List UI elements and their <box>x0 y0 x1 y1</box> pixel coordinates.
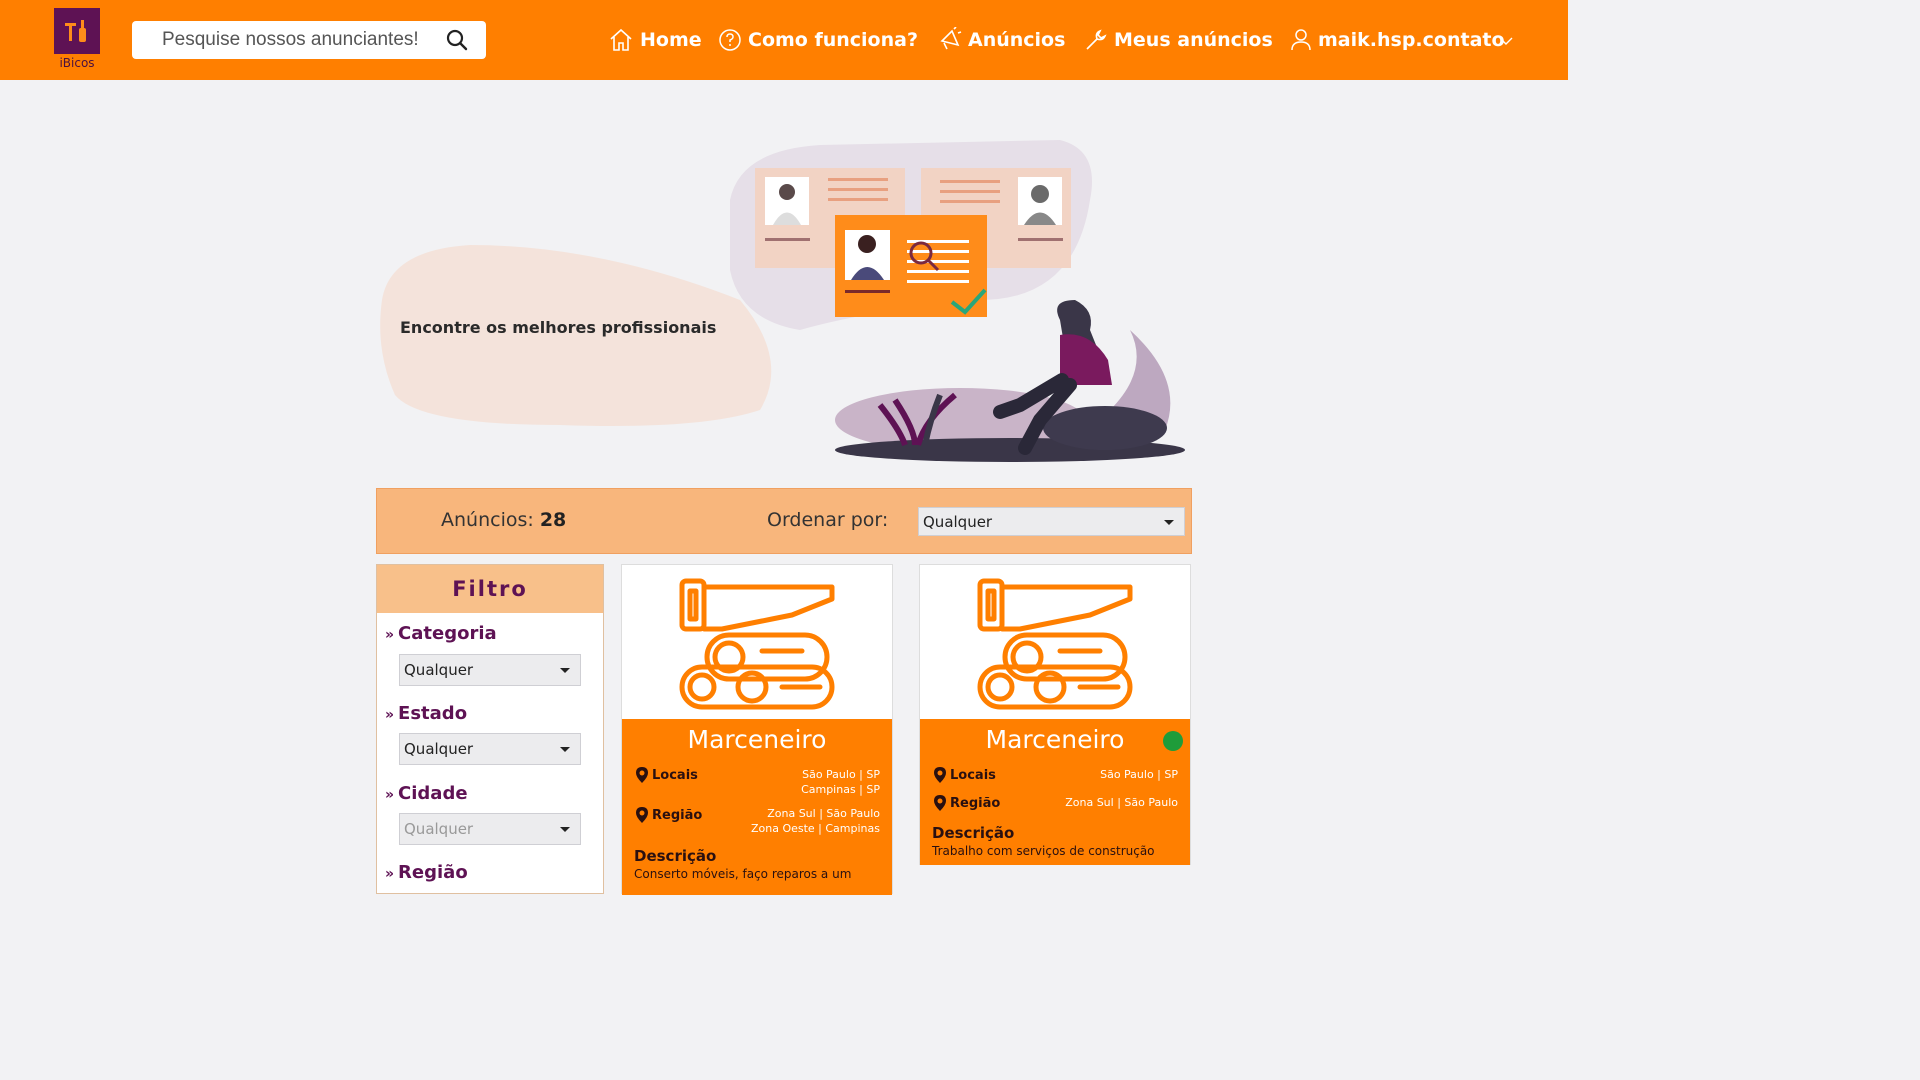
chevron-right-icon: » <box>385 627 395 643</box>
search-input[interactable] <box>162 29 432 51</box>
regiao-values: Zona Sul | São Paulo <box>1065 795 1178 810</box>
caret-down-icon <box>560 668 570 673</box>
ad-card-body: Marceneiro Locais São Paulo | SP Campina… <box>622 719 892 895</box>
filter-label-text: Estado <box>398 703 468 724</box>
filter-label-text: Região <box>398 862 468 883</box>
locais-values: São Paulo | SP Campinas | SP <box>801 767 880 797</box>
map-pin-icon <box>934 767 946 783</box>
nav-home[interactable]: Home <box>608 22 702 58</box>
filter-categoria-select[interactable]: Qualquer <box>399 654 581 686</box>
tools-logo-icon <box>65 20 86 42</box>
chevron-right-icon: » <box>385 787 395 803</box>
locais-label: Locais <box>950 767 996 783</box>
filter-label-text: Categoria <box>398 623 497 644</box>
filter-label-categoria: » Categoria <box>385 623 497 644</box>
caret-down-icon <box>560 827 570 832</box>
listing-count-label: Anúncios: <box>441 509 534 531</box>
wrench-icon <box>1086 29 1107 50</box>
filter-categoria-value: Qualquer <box>404 661 474 679</box>
search-icon[interactable] <box>446 29 468 51</box>
descricao-label: Descrição <box>634 847 717 865</box>
order-by-select[interactable]: Qualquer <box>918 507 1185 536</box>
hero-headline: Encontre os melhores profissionais <box>400 318 717 337</box>
filter-cidade-value: Qualquer <box>404 820 474 838</box>
locais-value: São Paulo | SP <box>1100 768 1178 781</box>
caret-down-icon <box>1164 519 1174 525</box>
user-icon <box>1291 29 1311 51</box>
ad-card-title: Marceneiro <box>687 725 827 754</box>
filter-panel: Filtro » Categoria Qualquer » Estado Qualq… <box>376 564 604 894</box>
locais-values: São Paulo | SP <box>1100 767 1178 782</box>
nav-meus-anuncios-label: Meus anúncios <box>1114 29 1273 51</box>
carpentry-saw-logs-icon <box>977 578 1133 710</box>
descricao-text: Conserto móveis, faço reparos a um <box>634 867 852 881</box>
regiao-values: Zona Sul | São Paulo Zona Oeste | Campin… <box>751 806 880 836</box>
brand-logo[interactable] <box>54 8 100 54</box>
listing-count: Anúncios: 28 <box>441 509 566 531</box>
home-icon <box>610 28 632 51</box>
regiao-label: Região <box>950 795 1001 811</box>
filter-estado-select[interactable]: Qualquer <box>399 733 581 765</box>
locais-row-label: Locais <box>636 767 698 783</box>
nav-home-label: Home <box>640 29 702 51</box>
locais-value: São Paulo | SP <box>802 768 880 781</box>
nav-como-funciona[interactable]: Como funciona? <box>718 22 918 58</box>
filter-cidade-select[interactable]: Qualquer <box>399 813 581 845</box>
regiao-value: Zona Oeste | Campinas <box>750 822 880 835</box>
ad-card[interactable]: Marceneiro Locais São Paulo | SP Campina… <box>621 564 893 895</box>
nav-anuncios[interactable]: Anúncios <box>938 22 1065 58</box>
chevron-right-icon: » <box>385 866 395 882</box>
listing-toolbar: Anúncios: 28 Ordenar por: Qualquer <box>376 488 1192 554</box>
map-pin-icon <box>636 807 648 823</box>
map-pin-icon <box>934 795 946 811</box>
search-box <box>132 21 486 59</box>
regiao-value: Zona Sul | São Paulo <box>767 807 880 820</box>
filter-label-text: Cidade <box>398 783 468 804</box>
regiao-value: Zona Sul | São Paulo <box>1065 796 1178 809</box>
navbar: iBicos Home Como funciona? Anúncios Meus… <box>0 0 1568 80</box>
filter-label-regiao: » Região <box>385 862 468 883</box>
filter-label-estado: » Estado <box>385 703 467 724</box>
nav-anuncios-label: Anúncios <box>968 29 1066 51</box>
ad-card[interactable]: Marceneiro Locais São Paulo | SP Região … <box>919 564 1191 865</box>
hero-illustration <box>380 140 1185 462</box>
ad-card-body: Marceneiro Locais São Paulo | SP Região … <box>920 719 1190 865</box>
nav-como-funciona-label: Como funciona? <box>748 29 918 51</box>
ad-card-title: Marceneiro <box>985 725 1125 754</box>
megaphone-icon <box>940 27 962 50</box>
regiao-row-label: Região <box>934 795 1000 811</box>
descricao-text: Trabalho com serviços de construção <box>932 844 1155 858</box>
nav-meus-anuncios[interactable]: Meus anúncios <box>1084 22 1273 58</box>
chevron-right-icon: » <box>385 707 395 723</box>
map-pin-icon <box>636 767 648 783</box>
brand-name: iBicos <box>59 56 95 70</box>
locais-row-label: Locais <box>934 767 996 783</box>
carpentry-saw-logs-icon <box>679 578 835 710</box>
online-status-indicator <box>1163 731 1183 751</box>
regiao-label: Região <box>652 807 703 823</box>
locais-label: Locais <box>652 767 698 783</box>
filter-estado-value: Qualquer <box>404 740 474 758</box>
listing-count-value: 28 <box>539 509 567 531</box>
locais-value: Campinas | SP <box>801 783 880 796</box>
order-by-label: Ordenar por: <box>767 509 889 531</box>
chevron-down-icon[interactable] <box>1498 36 1514 46</box>
nav-user-menu[interactable]: maik.hsp.contato <box>1290 22 1505 58</box>
caret-down-icon <box>560 747 570 752</box>
filter-label-cidade: » Cidade <box>385 783 468 804</box>
descricao-label: Descrição <box>932 824 1015 842</box>
regiao-row-label: Região <box>636 807 702 823</box>
question-icon <box>719 29 741 51</box>
filter-title: Filtro <box>377 565 603 613</box>
order-by-value: Qualquer <box>923 512 993 531</box>
nav-user-label: maik.hsp.contato <box>1318 29 1505 51</box>
